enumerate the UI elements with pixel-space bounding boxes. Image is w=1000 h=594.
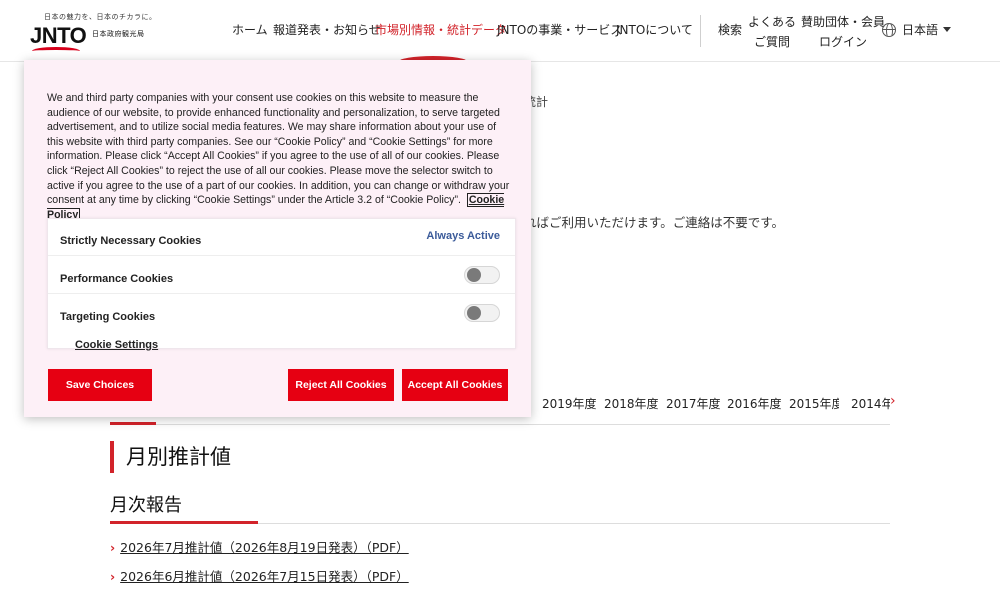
nav-services[interactable]: JNTOの事業・サービス <box>497 21 622 38</box>
nav-press-releases[interactable]: 報道発表・お知らせ <box>273 21 381 38</box>
accept-all-cookies-button[interactable]: Accept All Cookies <box>402 369 508 401</box>
pref-label: Targeting Cookies <box>60 311 156 323</box>
logo-mark: JNTO <box>30 23 87 48</box>
logo-arc-icon <box>32 47 80 55</box>
pref-label: Strictly Necessary Cookies <box>60 235 202 247</box>
report-link-label: 2026年6月推計値（2026年7月15日発表）（PDF） <box>120 569 409 584</box>
cookie-preferences-panel: Strictly Necessary Cookies Always Active… <box>47 218 516 351</box>
tab-2017[interactable]: 2017年度 <box>666 395 721 412</box>
jnto-logo[interactable]: 日本の魅力を、日本のチカラに。 JNTO 日本政府観光局 <box>30 12 160 54</box>
pref-row-strictly-necessary: Strictly Necessary Cookies Always Active <box>48 219 515 256</box>
toggle-knob <box>467 268 481 282</box>
toggle-knob <box>467 306 481 320</box>
tab-2018[interactable]: 2018年度 <box>604 395 659 412</box>
tab-2014[interactable]: 2014年度 <box>851 395 890 412</box>
tab-2015[interactable]: 2015年度 <box>789 395 839 412</box>
report-link[interactable]: › 2026年6月推計値（2026年7月15日発表）（PDF） <box>110 566 409 585</box>
chevron-right-icon[interactable]: › <box>890 393 896 409</box>
nav-home[interactable]: ホーム <box>232 21 268 38</box>
targeting-cookies-toggle[interactable] <box>464 304 500 322</box>
globe-icon <box>882 23 896 37</box>
members-line-1: 賛助団体・会員 <box>801 15 886 29</box>
report-link-label: 2026年7月推計値（2026年8月19日発表）（PDF） <box>120 540 409 555</box>
members-login-link[interactable]: 賛助団体・会員 ログイン <box>801 13 885 50</box>
logo-tagline: 日本の魅力を、日本のチカラに。 <box>44 13 157 21</box>
reject-all-cookies-button[interactable]: Reject All Cookies <box>288 369 394 401</box>
chevron-right-icon: › <box>110 569 116 584</box>
faq-link[interactable]: よくある ご質問 <box>748 13 796 50</box>
subsection-title: 月次報告 <box>110 495 182 516</box>
cookie-consent-banner: We and third party companies with your c… <box>24 60 531 417</box>
subsection-underline <box>110 521 258 524</box>
save-choices-button[interactable]: Save Choices <box>48 369 152 401</box>
tab-2019[interactable]: 2019年度 <box>542 395 597 412</box>
faq-line-2: ご質問 <box>754 35 791 49</box>
chevron-right-icon: › <box>110 540 116 555</box>
site-header: 日本の魅力を、日本のチカラに。 JNTO 日本政府観光局 ホーム 報道発表・お知… <box>0 0 1000 62</box>
nav-divider <box>700 15 701 47</box>
nav-market-statistics[interactable]: 市場別情報・統計データ <box>375 21 507 38</box>
performance-cookies-toggle[interactable] <box>464 266 500 284</box>
cookie-notice-text: We and third party companies with your c… <box>47 91 513 222</box>
cookie-settings-link[interactable]: Cookie Settings <box>75 339 158 351</box>
cookie-notice-body: We and third party companies with your c… <box>47 92 510 207</box>
always-active-status: Always Active <box>426 230 500 242</box>
language-label: 日本語 <box>902 23 939 37</box>
nav-about[interactable]: JNTOについて <box>616 21 693 38</box>
language-selector[interactable]: 日本語 <box>882 21 952 38</box>
pref-row-performance: Performance Cookies <box>48 257 515 294</box>
pref-row-targeting: Targeting Cookies <box>48 295 515 332</box>
caret-down-icon <box>943 27 952 32</box>
active-tab-indicator <box>110 422 156 425</box>
section-title: 月別推計値 <box>110 441 231 473</box>
report-link[interactable]: › 2026年7月推計値（2026年8月19日発表）（PDF） <box>110 537 409 556</box>
logo-org-name: 日本政府観光局 <box>92 30 145 38</box>
search-link[interactable]: 検索 <box>718 21 742 38</box>
tab-2016[interactable]: 2016年度 <box>727 395 782 412</box>
members-line-2: ログイン <box>819 35 868 49</box>
pref-label: Performance Cookies <box>60 273 174 285</box>
usage-note: ればご利用いただけます。ご連絡は不要です。 <box>524 215 785 230</box>
tab-divider <box>110 424 890 425</box>
faq-line-1: よくある <box>748 15 797 29</box>
